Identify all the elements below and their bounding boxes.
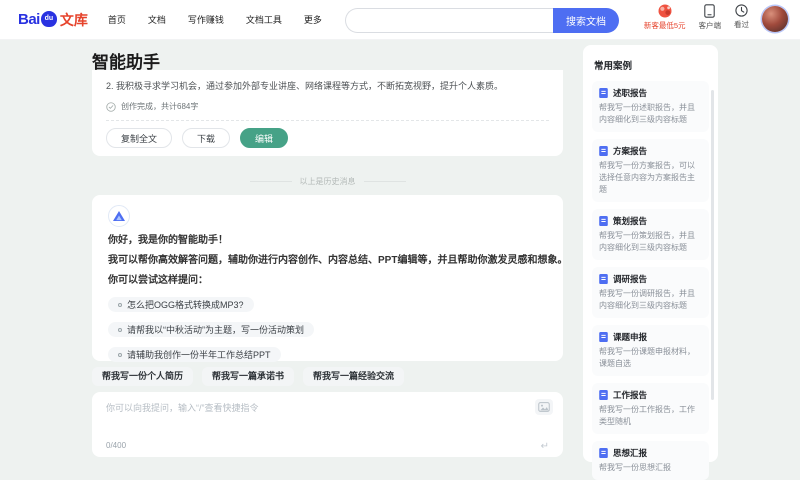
check-circle-icon <box>106 101 116 112</box>
chip-experience[interactable]: 帮我写一篇经验交流 <box>303 367 405 386</box>
search-button[interactable]: 搜索文档 <box>553 8 619 33</box>
nav-item-home[interactable]: 首页 <box>108 13 126 26</box>
nav-item-docs[interactable]: 文档 <box>148 13 166 26</box>
document-icon <box>599 448 608 458</box>
case-title: 述职报告 <box>613 88 648 98</box>
case-title: 方案报告 <box>613 146 648 156</box>
insert-image-button[interactable] <box>535 399 553 415</box>
search-bar: 搜索文档 <box>345 8 619 33</box>
case-item-sixiang-huibao[interactable]: 思想汇报 帮我写一份思想汇报 <box>592 441 709 480</box>
nav-item-earn[interactable]: 写作赚钱 <box>188 13 224 26</box>
greeting-text: 你好，我是你的智能助手！ <box>108 235 228 246</box>
assistant-avatar <box>108 205 130 227</box>
nav-item-tools[interactable]: 文档工具 <box>246 13 282 26</box>
try-prompt-label: 你可以尝试这样提问： <box>108 275 208 286</box>
assistant-message-card: 你好，我是你的智能助手！ 我可以帮你高效解答问题，辅助你进行内容创作、内容总结、… <box>92 195 568 362</box>
baidu-wenku-logo[interactable]: Bai du 文库 <box>18 10 88 30</box>
message-input[interactable] <box>92 392 563 432</box>
top-header: Bai du 文库 首页 文档 写作赚钱 文档工具 更多 搜索文档 新客最低5元 <box>0 0 800 40</box>
suggestion-pill-halfyear-ppt[interactable]: 请辅助我创作一份半年工作总结PPT <box>108 347 281 362</box>
case-title: 工作报告 <box>613 390 648 400</box>
assistant-logo-icon <box>113 211 125 221</box>
case-desc: 帮我写一份工作报告，工作类型随机 <box>599 405 695 426</box>
case-title: 策划报告 <box>613 216 648 226</box>
case-desc: 帮我写一份调研报告，并且内容细化到三级内容标题 <box>599 289 695 310</box>
case-item-cehua-report[interactable]: 策划报告 帮我写一份策划报告，并且内容细化到三级内容标题 <box>592 209 709 260</box>
case-desc: 帮我写一份课题申报材料，课题自选 <box>599 347 695 368</box>
client-label: 客户端 <box>698 21 722 30</box>
bullet-circle-icon <box>118 352 122 357</box>
copy-all-button[interactable]: 复制全文 <box>106 128 173 148</box>
case-item-shuzhi-report[interactable]: 述职报告 帮我写一份述职报告，并且内容细化到三级内容标题 <box>592 81 709 132</box>
promo-mascot-icon <box>658 4 672 18</box>
viewed-label: 看过 <box>734 20 749 29</box>
history-result-card: 2. 我积极寻求学习机会，通过参加外部专业讲座、网络课程等方式，不断拓宽视野，提… <box>92 70 563 156</box>
logo-bai-text: Bai <box>18 11 40 28</box>
enter-send-icon[interactable]: ↵ <box>541 441 549 452</box>
promo-label: 新客最低5元 <box>643 21 686 30</box>
intro-text: 我可以帮你高效解答问题，辅助你进行内容创作、内容总结、PPT编辑等，并且帮助你激… <box>108 255 568 266</box>
message-input-card: 0/400 ↵ <box>92 392 563 457</box>
document-icon <box>599 88 608 98</box>
suggestion-pill-midautumn-plan[interactable]: 请帮我以“中秋活动”为主题，写一份活动策划 <box>108 322 314 337</box>
promo-entry[interactable]: 新客最低5元 <box>644 4 686 31</box>
case-item-keti-shenbao[interactable]: 课题申报 帮我写一份课题申报材料，课题自选 <box>592 325 709 376</box>
phone-icon <box>704 4 715 18</box>
search-input[interactable] <box>345 8 553 33</box>
main-nav: 首页 文档 写作赚钱 文档工具 更多 <box>108 13 322 26</box>
common-cases-title: 常用案例 <box>594 61 633 72</box>
status-row: 创作完成，共计684字 <box>92 92 563 112</box>
bullet-circle-icon <box>118 302 122 307</box>
document-icon <box>599 332 608 342</box>
history-actions: 复制全文 下载 编辑 <box>92 121 563 148</box>
sidebar-scrollbar-thumb[interactable] <box>711 90 714 400</box>
status-text: 创作完成，共计684字 <box>121 102 199 111</box>
document-icon <box>599 216 608 226</box>
chip-commitment[interactable]: 帮我写一篇承诺书 <box>202 367 295 386</box>
suggestion-row-3: 请辅助我创作一份半年工作总结PPT <box>108 337 547 362</box>
case-desc: 帮我写一份思想汇报 <box>599 463 671 472</box>
common-cases-panel: 常用案例 述职报告 帮我写一份述职报告，并且内容细化到三级内容标题 方案报告 帮… <box>583 45 718 480</box>
user-avatar[interactable] <box>762 6 788 32</box>
document-icon <box>599 274 608 284</box>
case-desc: 帮我写一份策划报告，并且内容细化到三级内容标题 <box>599 231 695 252</box>
client-entry[interactable]: 客户端 <box>698 4 722 31</box>
baidu-paw-icon: du <box>40 10 57 27</box>
history-excerpt-text: 2. 我积极寻求学习机会，通过参加外部专业讲座、网络课程等方式，不断拓宽视野，提… <box>106 81 504 91</box>
suggestion-text: 请辅助我创作一份半年工作总结PPT <box>127 350 271 360</box>
suggestion-pill-ogg-mp3[interactable]: 怎么把OGG格式转换成MP3? <box>108 297 254 312</box>
case-item-fangan-report[interactable]: 方案报告 帮我写一份方案报告，可以选择任意内容为方案报告主题 <box>592 139 709 202</box>
chip-resume[interactable]: 帮我写一份个人简历 <box>92 367 194 386</box>
bullet-circle-icon <box>118 327 122 332</box>
suggestion-text: 怎么把OGG格式转换成MP3? <box>127 300 244 310</box>
char-counter: 0/400 <box>106 441 127 450</box>
image-icon <box>538 402 550 412</box>
suggestion-row-2: 请帮我以“中秋活动”为主题，写一份活动策划 <box>108 312 547 337</box>
case-title: 思想汇报 <box>613 448 648 458</box>
suggestion-row-1: 怎么把OGG格式转换成MP3? <box>108 287 547 312</box>
divider-line-right <box>363 181 406 182</box>
document-icon <box>599 146 608 156</box>
document-icon <box>599 390 608 400</box>
nav-item-more[interactable]: 更多 <box>304 13 322 26</box>
divider-line-left <box>249 181 292 182</box>
header-right-group: 新客最低5元 客户端 看过 <box>644 4 788 32</box>
logo-wenku-text: 文库 <box>59 11 88 28</box>
case-title: 课题申报 <box>613 332 648 342</box>
clock-icon <box>735 4 748 17</box>
case-item-diaoyan-report[interactable]: 调研报告 帮我写一份调研报告，并且内容细化到三级内容标题 <box>592 267 709 318</box>
case-desc: 帮我写一份述职报告，并且内容细化到三级内容标题 <box>599 103 695 124</box>
case-desc: 帮我写一份方案报告，可以选择任意内容为方案报告主题 <box>599 161 695 194</box>
download-button[interactable]: 下载 <box>182 128 231 148</box>
case-title: 调研报告 <box>613 274 648 284</box>
edit-button[interactable]: 编辑 <box>240 128 289 148</box>
quick-prompt-chips: 帮我写一份个人简历 帮我写一篇承诺书 帮我写一篇经验交流 <box>92 367 405 386</box>
history-viewed-entry[interactable]: 看过 <box>734 4 749 30</box>
history-divider-text: 以上是历史消息 <box>299 177 356 186</box>
case-item-gongzuo-report[interactable]: 工作报告 帮我写一份工作报告，工作类型随机 <box>592 383 709 434</box>
suggestion-text: 请帮我以“中秋活动”为主题，写一份活动策划 <box>127 325 304 335</box>
history-divider: 以上是历史消息 <box>92 176 563 187</box>
